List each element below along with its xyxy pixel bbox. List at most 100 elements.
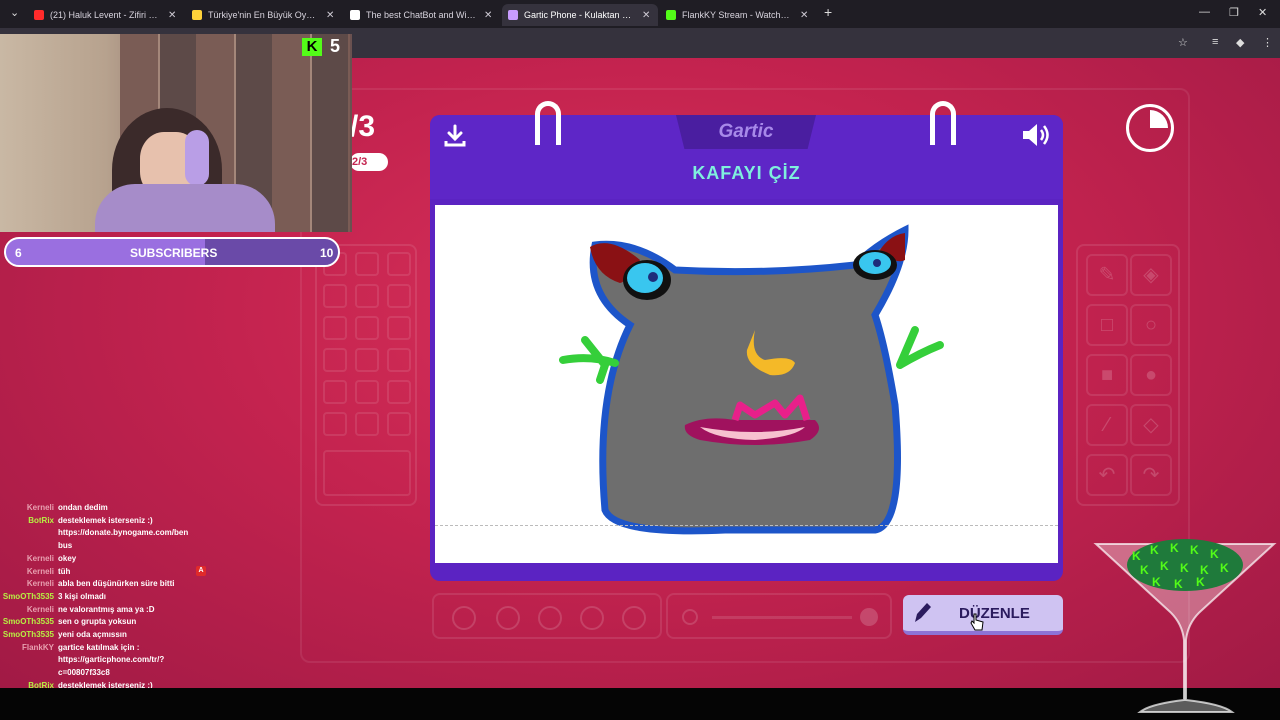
chat-message: Kerneli ne valorantmış ama ya :D xyxy=(0,604,220,617)
slider-thumb[interactable] xyxy=(860,608,878,626)
svg-text:K: K xyxy=(1160,559,1169,573)
chat-username[interactable]: Kerneli xyxy=(0,553,54,566)
size-option-3[interactable] xyxy=(538,606,562,630)
svg-text:K: K xyxy=(1140,563,1149,577)
svg-text:K: K xyxy=(1170,541,1179,555)
close-icon[interactable]: ✕ xyxy=(484,10,492,21)
page-divider xyxy=(435,525,1058,526)
pencil-tool-icon[interactable]: ✎ xyxy=(1086,254,1128,296)
chat-username[interactable]: Kerneli xyxy=(0,578,54,591)
gartic-logo: Gartic xyxy=(676,115,816,149)
circle-tool-icon[interactable]: ○ xyxy=(1130,304,1172,346)
tab-flankky-stream[interactable]: FlankKY Stream - Watch Live or ✕ xyxy=(660,4,816,26)
chat-message: https://donate.bynogame.com/ben xyxy=(0,527,220,540)
headphones xyxy=(185,130,209,186)
svg-text:K: K xyxy=(1150,543,1159,557)
color-swatch[interactable] xyxy=(387,252,411,276)
chat-text: bus xyxy=(58,541,73,551)
color-swatch[interactable] xyxy=(323,284,347,308)
close-icon[interactable]: ✕ xyxy=(168,10,176,21)
bookmark-star-icon[interactable]: ☆ xyxy=(1178,36,1188,49)
download-icon[interactable] xyxy=(442,123,468,149)
color-swatch[interactable] xyxy=(323,348,347,372)
opacity-slider[interactable] xyxy=(666,593,892,639)
custom-color-swatch[interactable] xyxy=(323,450,411,496)
tab-title: Gartic Phone - Kulaktan Kulağa xyxy=(524,10,634,20)
chat-message: Kerneli abla ben düşünürken süre bitti xyxy=(0,578,220,591)
color-swatch[interactable] xyxy=(323,380,347,404)
media-control-icon[interactable]: ≡ xyxy=(1212,36,1218,48)
subs-current: 6 xyxy=(15,246,22,260)
color-swatch[interactable] xyxy=(387,412,411,436)
color-swatch[interactable] xyxy=(355,412,379,436)
color-swatch[interactable] xyxy=(323,412,347,436)
chat-text: ondan dedim xyxy=(58,503,108,512)
filled-circle-tool-icon[interactable]: ● xyxy=(1130,354,1172,396)
chat-username[interactable]: BotRix xyxy=(0,515,54,528)
size-option-4[interactable] xyxy=(580,606,604,630)
line-tool-icon[interactable]: ⁄ xyxy=(1086,404,1128,446)
color-swatch[interactable] xyxy=(355,252,379,276)
menu-kebab-icon[interactable]: ⋮ xyxy=(1262,36,1273,49)
minimize-icon[interactable]: — xyxy=(1199,6,1210,18)
color-swatch[interactable] xyxy=(355,316,379,340)
tab-title: The best ChatBot and Widgets xyxy=(366,10,476,20)
tools-panel: ✎ ◈ □ ○ ■ ● ⁄ ◇ ↶ ↷ xyxy=(1076,244,1180,506)
color-swatch[interactable] xyxy=(355,348,379,372)
round-timer xyxy=(1126,104,1174,152)
speaker-icon[interactable] xyxy=(1020,121,1052,149)
chat-username[interactable]: Kerneli xyxy=(0,502,54,515)
chat-message: Kerneli ondan dedim xyxy=(0,502,220,515)
size-option-5[interactable] xyxy=(622,606,646,630)
undo-icon[interactable]: ↶ xyxy=(1086,454,1128,496)
redo-icon[interactable]: ↷ xyxy=(1130,454,1172,496)
chat-text: sen o grupta yoksun xyxy=(58,617,137,627)
prompt-title: KAFAYI ÇİZ xyxy=(692,163,801,183)
window-close-icon[interactable]: ✕ xyxy=(1258,6,1267,19)
opacity-min-icon xyxy=(682,609,698,625)
close-icon[interactable]: ✕ xyxy=(642,10,650,21)
chat-username[interactable]: SmoOTh3535 xyxy=(0,591,54,604)
chat-username[interactable]: Kerneli xyxy=(0,566,54,579)
color-swatch[interactable] xyxy=(355,284,379,308)
chat-username[interactable]: FlankKY xyxy=(0,642,54,655)
drawing-canvas[interactable] xyxy=(435,205,1058,563)
chat-text: 3 kişi olmadı xyxy=(58,591,107,601)
extension-icon[interactable]: ◆ xyxy=(1236,36,1244,49)
bottom-bar xyxy=(0,688,1280,720)
viewer-count: 5 xyxy=(330,36,341,56)
color-swatch[interactable] xyxy=(387,284,411,308)
color-swatch[interactable] xyxy=(387,316,411,340)
tab-gartic-phone[interactable]: Gartic Phone - Kulaktan Kulağa ✕ xyxy=(502,4,658,26)
close-icon[interactable]: ✕ xyxy=(326,10,334,21)
svg-text:K: K xyxy=(1220,561,1229,575)
svg-text:K: K xyxy=(1210,547,1219,561)
chat-username[interactable]: Kerneli xyxy=(0,604,54,617)
tab-youtube[interactable]: (21) Haluk Levent - Zifiri - Yo ✕ xyxy=(28,4,184,26)
new-tab-button[interactable]: + xyxy=(824,4,832,20)
chat-message: bus xyxy=(0,540,220,553)
eraser-tool-icon[interactable]: ◈ xyxy=(1130,254,1172,296)
fill-bucket-tool-icon[interactable]: ◇ xyxy=(1130,404,1172,446)
chat-username[interactable]: SmoOTh3535 xyxy=(0,629,54,642)
color-swatch[interactable] xyxy=(387,348,411,372)
chat-overlay: Kerneli ondan dedim BotRix desteklemek iste… xyxy=(0,502,220,718)
size-option-2[interactable] xyxy=(496,606,520,630)
moderator-badge-icon: A xyxy=(196,565,206,576)
color-swatch[interactable] xyxy=(387,380,411,404)
size-option-1[interactable] xyxy=(452,606,476,630)
brush-size-selector xyxy=(432,593,662,639)
close-icon[interactable]: ✕ xyxy=(800,10,808,21)
tab-oyuncu[interactable]: Türkiye'nin En Büyük Oyuncu D ✕ xyxy=(186,4,342,26)
tab-search-chevron-icon[interactable]: ⌄ xyxy=(10,6,19,19)
svg-text:K: K xyxy=(1180,561,1189,575)
chat-text: ne valorantmış ama ya :D xyxy=(58,604,155,614)
color-swatch[interactable] xyxy=(355,380,379,404)
chat-username[interactable]: SmoOTh3535 xyxy=(0,616,54,629)
rectangle-tool-icon[interactable]: □ xyxy=(1086,304,1128,346)
filled-rect-tool-icon[interactable]: ■ xyxy=(1086,354,1128,396)
chat-text: abla ben düşünürken süre bitti xyxy=(58,579,175,589)
color-swatch[interactable] xyxy=(323,316,347,340)
tab-chatbot[interactable]: The best ChatBot and Widgets ✕ xyxy=(344,4,500,26)
restore-icon[interactable]: ❐ xyxy=(1229,6,1239,19)
